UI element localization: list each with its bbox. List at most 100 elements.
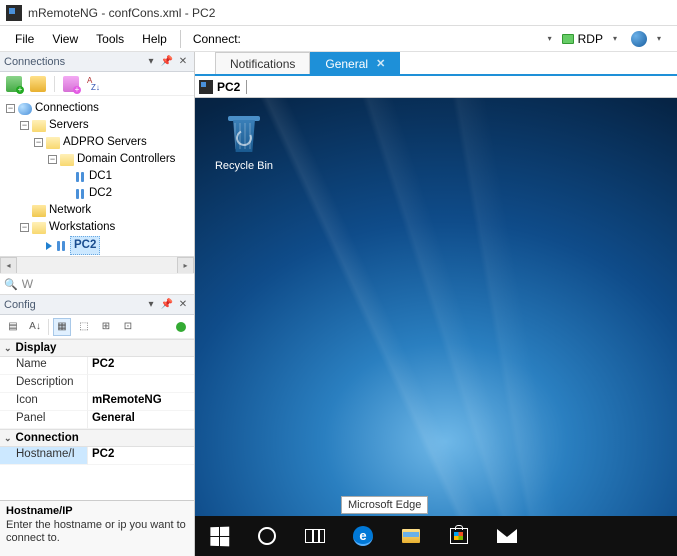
properties-button[interactable]: ▦ bbox=[53, 318, 71, 336]
prop-icon[interactable]: Icon mRemoteNG bbox=[0, 393, 194, 411]
expand-toggle[interactable]: − bbox=[34, 138, 43, 147]
start-button[interactable] bbox=[195, 516, 243, 556]
active-connection-icon bbox=[46, 242, 52, 250]
help-title: Hostname/IP bbox=[6, 505, 188, 517]
store-icon bbox=[450, 528, 468, 544]
tree-root-label: Connections bbox=[35, 100, 99, 117]
taskbar-explorer[interactable] bbox=[387, 516, 435, 556]
menu-tools[interactable]: Tools bbox=[87, 32, 133, 46]
folder-icon bbox=[60, 154, 74, 166]
alphabetical-button[interactable]: A↓ bbox=[26, 318, 44, 336]
protocol-label: RDP bbox=[578, 32, 603, 46]
menu-file[interactable]: File bbox=[6, 32, 43, 46]
remote-desktop[interactable]: Recycle Bin Microsoft Edge e bbox=[195, 98, 677, 556]
tab-close-button[interactable]: ✕ bbox=[376, 57, 385, 70]
tab-notifications[interactable]: Notifications bbox=[215, 52, 310, 74]
remote-taskbar[interactable]: e bbox=[195, 516, 677, 556]
menu-view[interactable]: View bbox=[43, 32, 87, 46]
folder-icon bbox=[32, 222, 46, 234]
config-panel-header: Config ▾ 📌 ✕ bbox=[0, 295, 194, 315]
tree-conn-dc1[interactable]: DC1 bbox=[60, 168, 192, 185]
tree-root[interactable]: − Connections bbox=[4, 100, 192, 117]
tree-folder-servers[interactable]: − Servers bbox=[18, 117, 192, 134]
edge-icon: e bbox=[353, 526, 373, 546]
help-description: Enter the hostname or ip you want to con… bbox=[6, 519, 188, 545]
tree-folder-dc[interactable]: − Domain Controllers bbox=[46, 151, 192, 168]
property-grid[interactable]: ⌄ Display Name PC2 Description Icon mRem… bbox=[0, 339, 194, 500]
connections-toolbar bbox=[0, 72, 194, 96]
panel-close-button[interactable]: ✕ bbox=[176, 298, 190, 312]
taskbar-store[interactable] bbox=[435, 516, 483, 556]
menu-separator bbox=[180, 30, 181, 48]
windows-logo-icon bbox=[210, 526, 229, 546]
default-props-button[interactable]: ⊞ bbox=[97, 318, 115, 336]
file-explorer-icon bbox=[402, 529, 420, 543]
taskview-button[interactable] bbox=[291, 516, 339, 556]
expand-toggle[interactable]: − bbox=[6, 104, 15, 113]
panel-menu-button[interactable]: ▾ bbox=[144, 298, 158, 312]
search-icon: 🔍 bbox=[4, 278, 18, 291]
expand-toggle[interactable]: − bbox=[20, 121, 29, 130]
taskbar-edge[interactable]: e bbox=[339, 516, 387, 556]
connections-panel-title: Connections bbox=[4, 56, 142, 68]
tree-selected-label: PC2 bbox=[70, 236, 100, 255]
new-folder-button[interactable] bbox=[30, 76, 46, 92]
panel-menu-button[interactable]: ▾ bbox=[144, 55, 158, 69]
connections-tree[interactable]: − Connections − Servers bbox=[0, 96, 194, 256]
tree-search: 🔍 bbox=[0, 273, 194, 295]
panel-pin-button[interactable]: 📌 bbox=[160, 55, 174, 69]
prop-name[interactable]: Name PC2 bbox=[0, 357, 194, 375]
search-input[interactable] bbox=[22, 277, 190, 291]
taskbar-mail[interactable] bbox=[483, 516, 531, 556]
connection-name: PC2 bbox=[217, 80, 240, 94]
property-help: Hostname/IP Enter the hostname or ip you… bbox=[0, 500, 194, 556]
cortana-icon bbox=[258, 527, 276, 545]
tree-folder-workstations[interactable]: − Workstations bbox=[18, 219, 192, 236]
scroll-right-button[interactable]: ▸ bbox=[177, 257, 194, 274]
tab-general[interactable]: General ✕ bbox=[310, 52, 400, 74]
app-icon bbox=[199, 80, 213, 94]
connection-address-bar: PC2 bbox=[195, 76, 677, 98]
rdp-icon bbox=[562, 34, 574, 44]
folder-icon bbox=[32, 120, 46, 132]
tree-conn-dc2[interactable]: DC2 bbox=[60, 185, 192, 202]
menu-help[interactable]: Help bbox=[133, 32, 176, 46]
quickconnect-history-dropdown[interactable]: ▾ bbox=[542, 34, 558, 43]
connection-icon bbox=[74, 188, 86, 200]
folder-icon bbox=[32, 205, 46, 217]
desktop-icon-recyclebin[interactable]: Recycle Bin bbox=[209, 112, 279, 172]
taskview-icon bbox=[305, 529, 325, 543]
expand-toggle[interactable]: − bbox=[48, 155, 57, 164]
external-tools-button[interactable]: ▾ bbox=[627, 31, 671, 47]
categorized-button[interactable]: ▤ bbox=[4, 318, 22, 336]
titlebar: mRemoteNG - confCons.xml - PC2 bbox=[0, 0, 677, 26]
tree-folder-adpro[interactable]: − ADPRO Servers bbox=[32, 134, 192, 151]
tree-hscrollbar[interactable]: ◂ ▸ bbox=[0, 256, 194, 273]
tree-conn-pc2[interactable]: PC2 bbox=[32, 236, 192, 255]
scroll-left-button[interactable]: ◂ bbox=[0, 257, 17, 274]
panel-close-button[interactable]: ✕ bbox=[176, 55, 190, 69]
prop-description[interactable]: Description bbox=[0, 375, 194, 393]
cortana-button[interactable] bbox=[243, 516, 291, 556]
connection-icon bbox=[74, 171, 86, 183]
category-display[interactable]: ⌄ Display bbox=[0, 339, 194, 357]
prop-hostname[interactable]: Hostname/I PC2 bbox=[0, 447, 194, 465]
chevron-down-icon: ⌄ bbox=[4, 433, 12, 444]
expand-toggle[interactable]: − bbox=[20, 223, 29, 232]
connect-button[interactable] bbox=[63, 76, 79, 92]
panel-pin-button[interactable]: 📌 bbox=[160, 298, 174, 312]
sort-button[interactable] bbox=[87, 76, 103, 92]
new-connection-button[interactable] bbox=[6, 76, 22, 92]
folder-icon bbox=[46, 137, 60, 149]
default-inherit-button[interactable]: ⊡ bbox=[119, 318, 137, 336]
prop-panel[interactable]: Panel General bbox=[0, 411, 194, 429]
connections-panel-header: Connections ▾ 📌 ✕ bbox=[0, 52, 194, 72]
category-connection[interactable]: ⌄ Connection bbox=[0, 429, 194, 447]
protocol-selector[interactable]: RDP ▾ bbox=[558, 32, 627, 46]
config-toolbar: ▤ A↓ ▦ ⬚ ⊞ ⊡ bbox=[0, 315, 194, 339]
globe-icon bbox=[631, 31, 647, 47]
inheritance-button[interactable]: ⬚ bbox=[75, 318, 93, 336]
app-icon bbox=[6, 5, 22, 21]
taskbar-tooltip: Microsoft Edge bbox=[341, 496, 428, 514]
tree-folder-network[interactable]: Network bbox=[18, 202, 192, 219]
